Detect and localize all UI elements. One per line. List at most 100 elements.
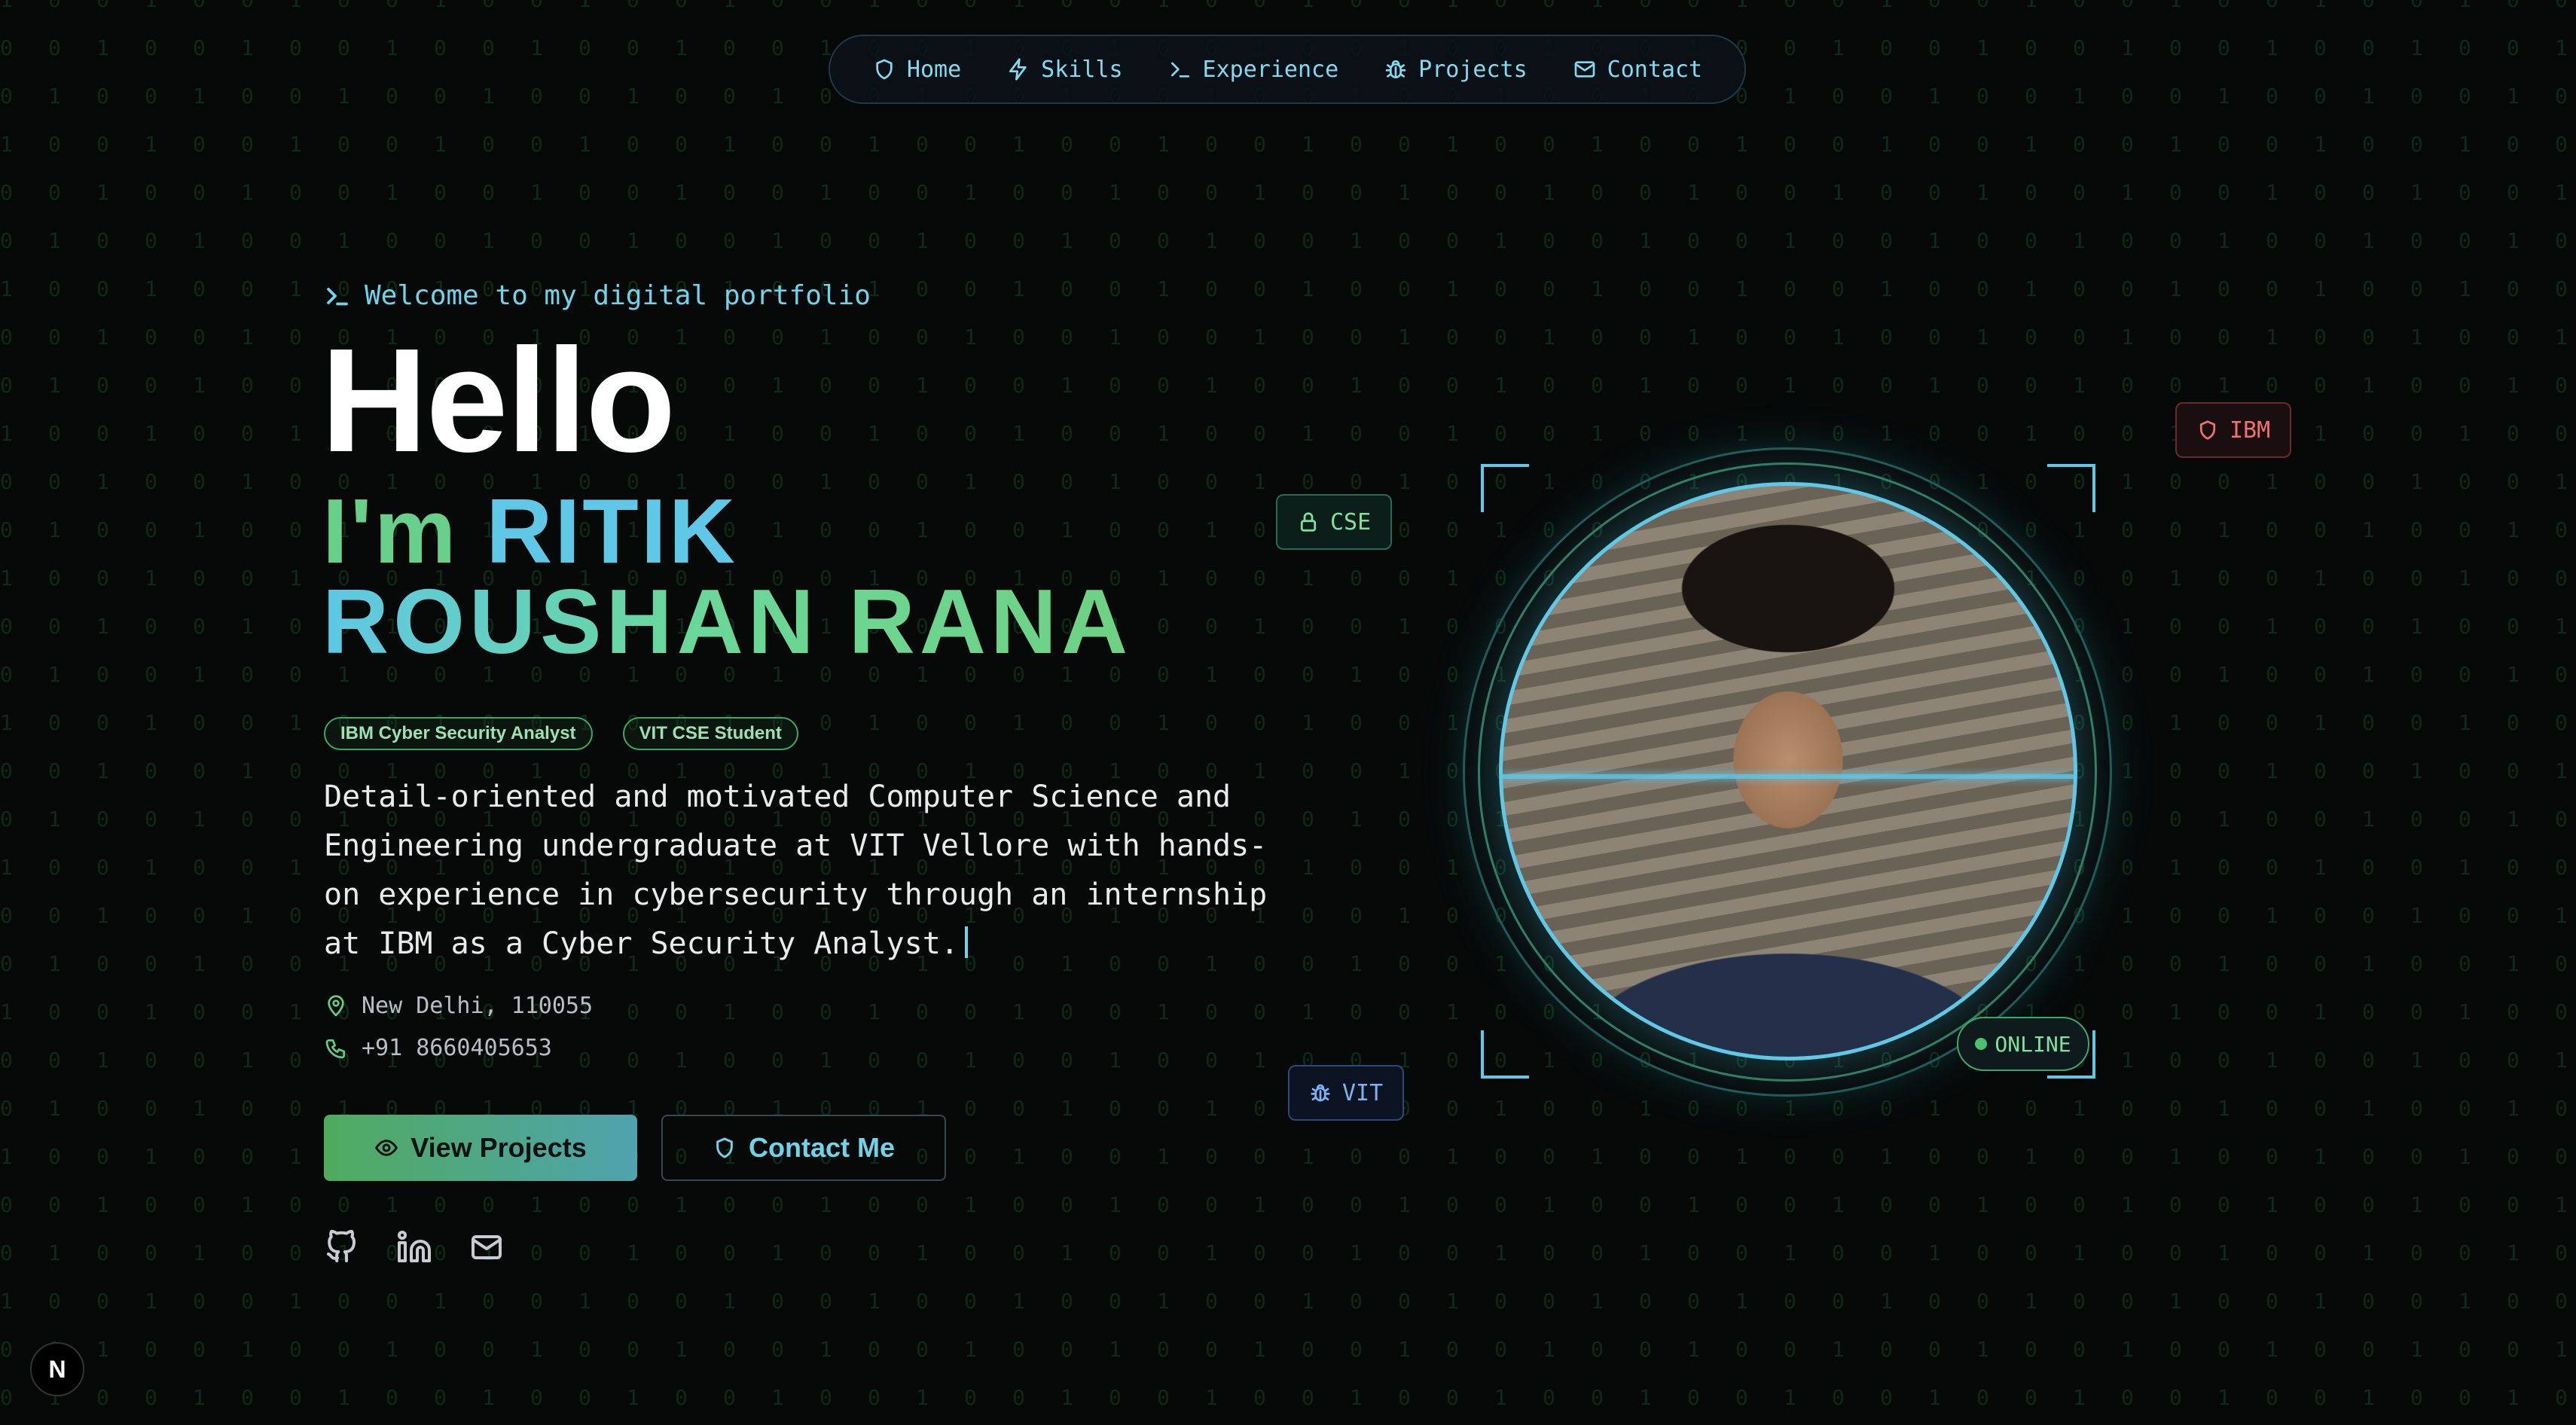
matrix-column: 0 0 1 0 0 1 0 0 1 0 0 1 0 0 1 0 0 1 0 0 … bbox=[48, 0, 61, 1410]
nav-projects-label: Projects bbox=[1418, 56, 1528, 83]
ibm-tag-label: IBM bbox=[2230, 417, 2271, 444]
matrix-column: 0 1 0 0 1 0 0 1 0 0 1 0 0 1 0 0 1 0 0 1 … bbox=[2266, 0, 2278, 1410]
matrix-column: 0 0 1 0 0 1 0 0 1 0 0 1 0 0 1 0 0 1 0 0 … bbox=[193, 0, 206, 1410]
email-link[interactable] bbox=[469, 1229, 505, 1268]
welcome-text: Welcome to my digital portfolio bbox=[365, 280, 871, 311]
typing-cursor bbox=[964, 926, 968, 958]
matrix-column: 0 0 1 0 0 1 0 0 1 0 0 1 0 0 1 0 0 1 0 0 … bbox=[1350, 0, 1363, 1410]
hello-heading: Hello bbox=[321, 318, 676, 483]
matrix-column: 0 1 0 0 1 0 0 1 0 0 1 0 0 1 0 0 1 0 0 1 … bbox=[2410, 0, 2423, 1410]
matrix-column: 0 1 0 0 1 0 0 1 0 0 1 0 0 1 0 0 1 0 0 1 … bbox=[1253, 0, 1266, 1410]
zap-icon bbox=[1009, 58, 1027, 81]
shield-icon bbox=[716, 1137, 733, 1158]
badge-ibm-analyst: IBM Cyber Security Analyst bbox=[324, 717, 593, 750]
phone-icon bbox=[325, 1039, 345, 1058]
matrix-column: 0 1 0 0 1 0 0 1 0 0 1 0 0 1 0 0 1 0 0 1 … bbox=[530, 0, 543, 1410]
matrix-column: 0 1 0 0 1 0 0 1 0 0 1 0 0 1 0 0 1 0 0 1 … bbox=[96, 0, 109, 1410]
matrix-column: 0 1 0 0 1 0 0 1 0 0 1 0 0 1 0 0 1 0 0 1 … bbox=[241, 0, 254, 1410]
matrix-column: 1 0 0 1 0 0 1 0 0 1 0 0 1 0 0 1 0 0 1 0 … bbox=[1157, 0, 1170, 1410]
scan-line bbox=[1503, 774, 2074, 779]
frame-corner-top-right bbox=[2047, 464, 2095, 512]
matrix-column: 0 0 1 0 0 1 0 0 1 0 0 1 0 0 1 0 0 1 0 0 … bbox=[1061, 0, 1073, 1410]
matrix-column: 1 0 0 1 0 0 1 0 0 1 0 0 1 0 0 1 0 0 1 0 … bbox=[434, 0, 447, 1410]
eye-icon bbox=[375, 1140, 398, 1156]
map-pin-icon bbox=[328, 994, 344, 1016]
nav-skills-label: Skills bbox=[1041, 56, 1123, 83]
nav-skills[interactable]: Skills bbox=[1006, 56, 1123, 83]
bug-icon bbox=[1385, 60, 1406, 78]
matrix-column: 0 1 0 0 1 0 0 1 0 0 1 0 0 1 0 0 1 0 0 1 … bbox=[386, 0, 398, 1410]
matrix-column: 0 1 0 0 1 0 0 1 0 0 1 0 0 1 0 0 1 0 0 1 … bbox=[819, 0, 832, 1410]
nav-experience[interactable]: Experience bbox=[1168, 56, 1339, 83]
nav-home[interactable]: Home bbox=[872, 56, 961, 83]
online-status-badge: ONLINE bbox=[1957, 1017, 2089, 1071]
matrix-background: 1 0 0 1 0 0 1 0 0 1 0 0 1 0 0 1 0 0 1 0 … bbox=[0, 0, 2576, 1425]
status-dot bbox=[1975, 1038, 1988, 1050]
status-text: ONLINE bbox=[1995, 1031, 2071, 1057]
bug-icon bbox=[1311, 1084, 1330, 1102]
matrix-column: 1 0 0 1 0 0 1 0 0 1 0 0 1 0 0 1 0 0 1 0 … bbox=[1302, 0, 1314, 1410]
frame-corner-top-left bbox=[1481, 464, 1529, 512]
dev-indicator-button[interactable]: N bbox=[30, 1342, 84, 1396]
matrix-column: 0 0 1 0 0 1 0 0 1 0 0 1 0 0 1 0 0 1 0 0 … bbox=[2507, 0, 2520, 1410]
matrix-column: 0 0 1 0 0 1 0 0 1 0 0 1 0 0 1 0 0 1 0 0 … bbox=[771, 0, 784, 1410]
matrix-column: 0 1 0 0 1 0 0 1 0 0 1 0 0 1 0 0 1 0 0 1 … bbox=[675, 0, 688, 1410]
cse-tag: CSE bbox=[1276, 494, 1393, 550]
linkedin-icon bbox=[398, 1231, 431, 1262]
top-navigation: Home Skills Experience Projects Contact bbox=[829, 35, 1746, 104]
first-name: RITIK bbox=[486, 480, 737, 582]
name-line-1: I'm RITIK bbox=[322, 482, 737, 580]
nav-home-label: Home bbox=[906, 56, 962, 83]
matrix-column: 0 1 0 0 1 0 0 1 0 0 1 0 0 1 0 0 1 0 0 1 … bbox=[1398, 0, 1411, 1410]
matrix-column: 1 0 0 1 0 0 1 0 0 1 0 0 1 0 0 1 0 0 1 0 … bbox=[289, 0, 302, 1410]
matrix-column: 1 0 0 1 0 0 1 0 0 1 0 0 1 0 0 1 0 0 1 0 … bbox=[868, 0, 881, 1410]
matrix-column: 1 0 0 1 0 0 1 0 0 1 0 0 1 0 0 1 0 0 1 0 … bbox=[2314, 0, 2327, 1410]
mail-icon bbox=[472, 1235, 502, 1259]
matrix-column: 1 0 0 1 0 0 1 0 0 1 0 0 1 0 0 1 0 0 1 0 … bbox=[0, 0, 13, 1410]
ibm-tag: IBM bbox=[2175, 402, 2292, 458]
frame-corner-bottom-left bbox=[1481, 1030, 1529, 1079]
github-icon bbox=[327, 1229, 356, 1262]
im-prefix: I'm bbox=[322, 480, 459, 582]
contact-me-button[interactable]: Contact Me bbox=[661, 1115, 946, 1181]
matrix-column: 0 0 1 0 0 1 0 0 1 0 0 1 0 0 1 0 0 1 0 0 … bbox=[2362, 0, 2375, 1410]
location-text: New Delhi, 110055 bbox=[362, 993, 594, 1019]
matrix-column: 0 1 0 0 1 0 0 1 0 0 1 0 0 1 0 0 1 0 0 1 … bbox=[2121, 0, 2134, 1410]
matrix-column: 0 1 0 0 1 0 0 1 0 0 1 0 0 1 0 0 1 0 0 1 … bbox=[1109, 0, 1122, 1410]
linkedin-link[interactable] bbox=[396, 1229, 432, 1268]
matrix-column: 1 0 0 1 0 0 1 0 0 1 0 0 1 0 0 1 0 0 1 0 … bbox=[1012, 0, 1025, 1410]
vit-tag: VIT bbox=[1288, 1065, 1405, 1121]
matrix-column: 1 0 0 1 0 0 1 0 0 1 0 0 1 0 0 1 0 0 1 0 … bbox=[578, 0, 591, 1410]
matrix-column: 0 0 1 0 0 1 0 0 1 0 0 1 0 0 1 0 0 1 0 0 … bbox=[916, 0, 929, 1410]
matrix-column: 0 1 0 0 1 0 0 1 0 0 1 0 0 1 0 0 1 0 0 1 … bbox=[964, 0, 977, 1410]
welcome-line: Welcome to my digital portfolio bbox=[324, 280, 871, 311]
shield-icon bbox=[876, 59, 893, 80]
nav-contact-label: Contact bbox=[1607, 56, 1703, 83]
nav-experience-label: Experience bbox=[1202, 56, 1339, 83]
vit-tag-label: VIT bbox=[1342, 1079, 1384, 1106]
social-links bbox=[324, 1229, 505, 1268]
matrix-column: 1 0 0 1 0 0 1 0 0 1 0 0 1 0 0 1 0 0 1 0 … bbox=[145, 0, 157, 1410]
contact-me-label: Contact Me bbox=[748, 1132, 895, 1163]
terminal-icon bbox=[327, 287, 348, 305]
matrix-column: 1 0 0 1 0 0 1 0 0 1 0 0 1 0 0 1 0 0 1 0 … bbox=[723, 0, 736, 1410]
phone-row: +91 8660405653 bbox=[324, 1035, 552, 1061]
matrix-column: 0 0 1 0 0 1 0 0 1 0 0 1 0 0 1 0 0 1 0 0 … bbox=[627, 0, 639, 1410]
matrix-column: 1 0 0 1 0 0 1 0 0 1 0 0 1 0 0 1 0 0 1 0 … bbox=[1446, 0, 1459, 1410]
role-badges: IBM Cyber Security Analyst VIT CSE Stude… bbox=[324, 717, 798, 750]
matrix-column: 0 1 0 0 1 0 0 1 0 0 1 0 0 1 0 0 1 0 0 1 … bbox=[2555, 0, 2568, 1410]
matrix-column: 1 0 0 1 0 0 1 0 0 1 0 0 1 0 0 1 0 0 1 0 … bbox=[2169, 0, 2182, 1410]
view-projects-button[interactable]: View Projects bbox=[324, 1115, 637, 1181]
badge-vit-student: VIT CSE Student bbox=[622, 717, 798, 750]
matrix-column: 0 0 1 0 0 1 0 0 1 0 0 1 0 0 1 0 0 1 0 0 … bbox=[2217, 0, 2230, 1410]
nav-projects[interactable]: Projects bbox=[1384, 56, 1528, 83]
matrix-column: 0 0 1 0 0 1 0 0 1 0 0 1 0 0 1 0 0 1 0 0 … bbox=[482, 0, 495, 1410]
nav-contact[interactable]: Contact bbox=[1573, 56, 1702, 83]
mail-icon bbox=[1574, 61, 1595, 78]
profile-photo bbox=[1499, 482, 2077, 1060]
matrix-column: 0 0 1 0 0 1 0 0 1 0 0 1 0 0 1 0 0 1 0 0 … bbox=[337, 0, 350, 1410]
cse-tag-label: CSE bbox=[1330, 508, 1372, 536]
shield-icon bbox=[2199, 420, 2216, 440]
bio-description: Detail-oriented and motivated Computer S… bbox=[324, 773, 1273, 969]
github-link[interactable] bbox=[324, 1229, 360, 1268]
